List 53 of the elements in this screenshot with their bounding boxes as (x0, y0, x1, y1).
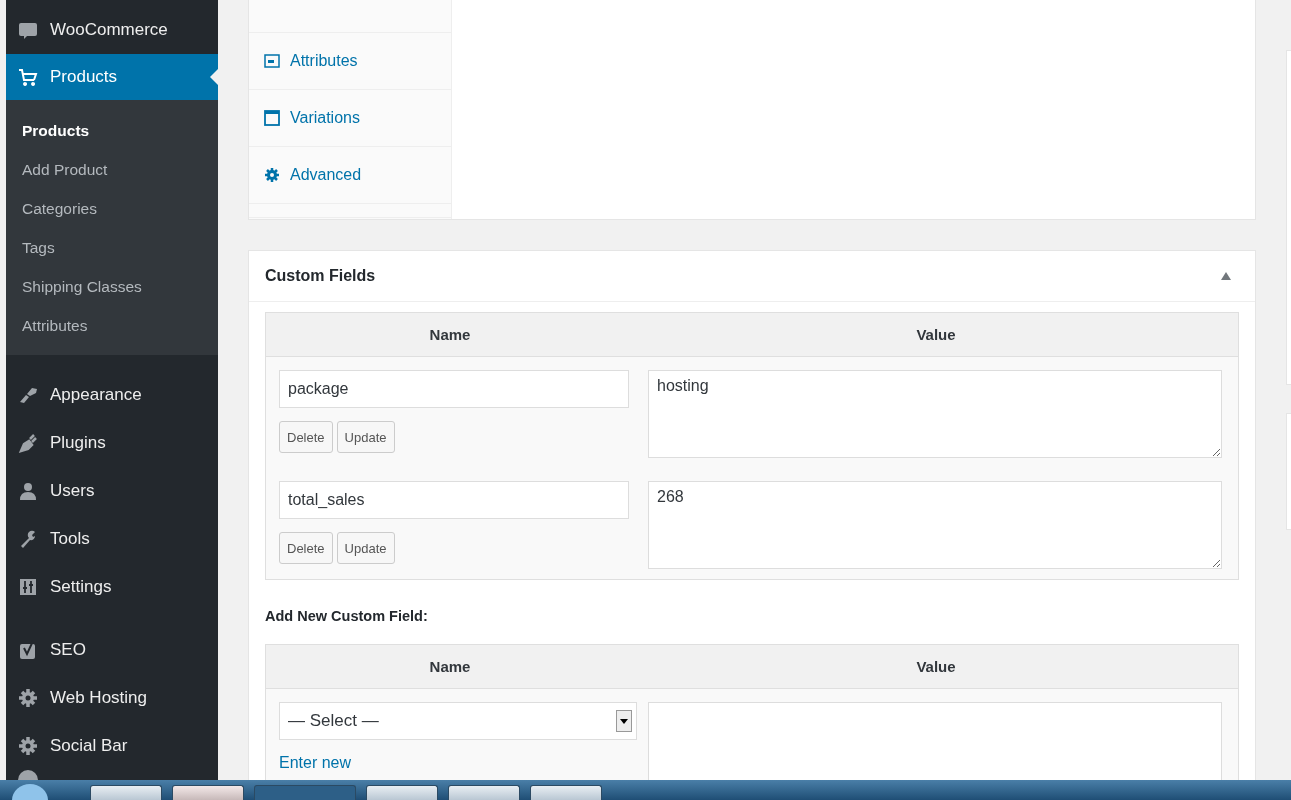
menu-item[interactable]: SEO (6, 626, 218, 674)
taskbar-button[interactable] (90, 785, 162, 800)
name-field[interactable]: package (279, 370, 629, 408)
enter-new-link[interactable]: Enter new (279, 754, 352, 772)
column-header: Value (915, 326, 957, 343)
plug-icon (18, 433, 38, 453)
sliders-icon (18, 577, 38, 597)
column-header: Name (428, 326, 472, 343)
taskbar-button[interactable] (448, 785, 520, 800)
submenu-item[interactable]: Shipping Classes (6, 274, 218, 313)
menu-item[interactable]: Social Bar (6, 722, 218, 770)
taskbar-button[interactable] (366, 785, 438, 800)
window-icon (264, 110, 280, 126)
menu-item[interactable]: Users (6, 467, 218, 515)
menu-item[interactable]: Products (6, 54, 218, 100)
menu-item[interactable]: Appearance (6, 371, 218, 419)
row-button[interactable]: Delete (279, 532, 333, 564)
column-header: Value (915, 658, 957, 675)
gear-icon (264, 167, 280, 183)
submenu-item[interactable]: Tags (6, 235, 218, 274)
section-heading: Add New Custom Field: (265, 608, 429, 624)
menu-item[interactable]: Tools (6, 515, 218, 563)
brush-icon (18, 385, 38, 405)
panel-title: Custom Fields (265, 267, 376, 285)
value-field[interactable] (648, 702, 1222, 780)
panel-icon (264, 53, 280, 69)
row-button[interactable]: Update (336, 421, 395, 453)
submenu-item[interactable]: Add Product (6, 157, 218, 196)
menu-item[interactable]: WooCommerce (6, 6, 218, 54)
value-field[interactable]: 268 (648, 481, 1222, 569)
gear-icon (18, 688, 38, 708)
row-button[interactable]: Update (336, 532, 395, 564)
menu-item[interactable]: Plugins (6, 419, 218, 467)
column-header: Name (428, 658, 472, 675)
name-field[interactable]: total_sales (279, 481, 629, 519)
gear-icon (18, 736, 38, 756)
taskbar-button[interactable] (530, 785, 602, 800)
person-icon (18, 481, 38, 501)
submenu-item[interactable]: Products (6, 118, 218, 157)
key-select[interactable]: — Select — (279, 702, 637, 740)
submenu-item[interactable]: Categories (6, 196, 218, 235)
product-data-tab[interactable]: Variations (249, 90, 451, 147)
taskbar-button[interactable] (172, 785, 244, 800)
submenu-item[interactable]: Attributes (6, 313, 218, 352)
row-button[interactable]: Delete (279, 421, 333, 453)
triangle-up-icon[interactable] (1221, 272, 1231, 280)
woo-logo-icon (18, 20, 38, 40)
menu-item[interactable]: Settings (6, 563, 218, 611)
value-field[interactable]: hosting (648, 370, 1222, 458)
menu-item[interactable]: Web Hosting (6, 674, 218, 722)
product-data-tab[interactable]: Advanced (249, 147, 451, 204)
cart-icon (18, 67, 38, 87)
product-data-tab[interactable]: Attributes (249, 33, 451, 90)
